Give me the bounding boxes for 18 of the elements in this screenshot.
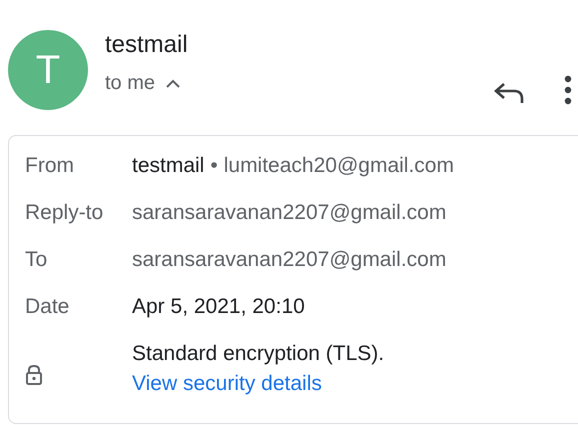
lock-icon <box>25 364 43 386</box>
avatar: T <box>8 30 88 110</box>
field-label: To <box>25 248 48 272</box>
email-address: saransaravanan2207@gmail.com <box>132 201 446 225</box>
field-label: Date <box>25 295 70 319</box>
security-link[interactable]: View security details <box>132 372 384 396</box>
reply-icon[interactable] <box>494 82 524 104</box>
recipient-toggle[interactable]: to me <box>105 72 182 95</box>
sender-name: testmail <box>132 154 204 178</box>
field-label: From <box>25 154 75 178</box>
sender-email: lumiteach20@gmail.com <box>224 154 454 178</box>
email-address: saransaravanan2207@gmail.com <box>132 248 446 272</box>
encryption-text: Standard encryption (TLS). <box>132 342 384 366</box>
sender-name: testmail <box>105 30 189 60</box>
date-value: Apr 5, 2021, 20:10 <box>132 295 305 319</box>
separator: • <box>210 154 218 178</box>
field-label: Reply-to <box>25 201 104 225</box>
more-icon[interactable] <box>564 75 572 105</box>
